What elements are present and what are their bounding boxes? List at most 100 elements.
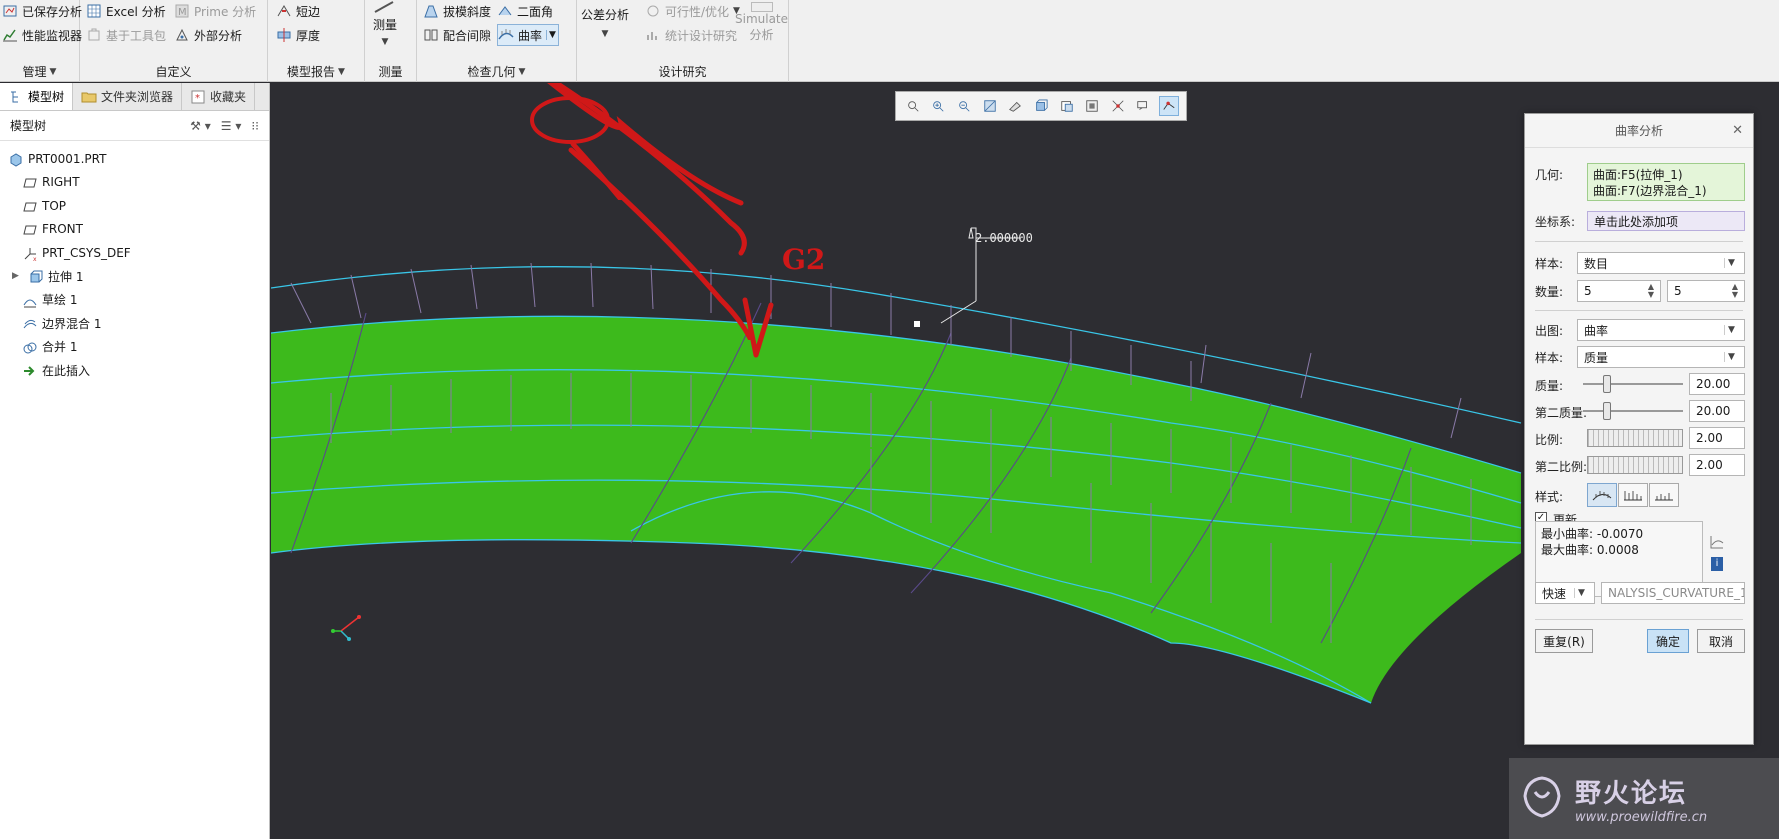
view-manager-icon[interactable] xyxy=(1082,96,1102,116)
count-v-spinner[interactable]: 5 ▲ ▼ xyxy=(1667,280,1745,302)
cancel-button[interactable]: 取消 xyxy=(1697,629,1745,653)
monitor-icon xyxy=(2,27,18,43)
quality-slider[interactable] xyxy=(1583,374,1683,394)
tab-folder-browser[interactable]: 文件夹浏览器 xyxy=(73,83,183,110)
repaint-icon[interactable] xyxy=(980,96,1000,116)
dihedral-angle-button[interactable]: 二面角 xyxy=(497,0,553,22)
spinner-icon[interactable]: ▲ ▼ xyxy=(1732,283,1738,299)
watermark-title: 野火论坛 xyxy=(1575,778,1688,809)
simulate-analysis-button[interactable]: Simulate 分析 xyxy=(735,2,788,43)
show-menu-icon[interactable]: ☰ ▾ xyxy=(221,119,242,133)
graph-icon[interactable] xyxy=(1709,534,1725,553)
spinner-icon[interactable]: ▲ ▼ xyxy=(1648,283,1654,299)
geometry-collector[interactable]: 曲面:F5(拉伸_1) 曲面:F7(边界混合_1) xyxy=(1587,163,1745,201)
comb-style-button[interactable] xyxy=(1587,483,1617,507)
prime-analysis-button[interactable]: M Prime 分析 xyxy=(174,0,256,22)
count-u-spinner[interactable]: 5 ▲ ▼ xyxy=(1577,280,1661,302)
curvature-dropdown[interactable]: ▼ xyxy=(546,30,558,40)
scale2-input[interactable]: 2.00 xyxy=(1689,454,1745,476)
columns-icon[interactable]: ⁝⁝ xyxy=(251,119,259,133)
annotation-display-icon[interactable] xyxy=(1133,96,1153,116)
analysis-name-input[interactable]: NALYSIS_CURVATURE_1 xyxy=(1601,582,1745,604)
pick-point-marker xyxy=(914,321,920,327)
perspective-icon[interactable] xyxy=(1005,96,1025,116)
folder-icon xyxy=(81,89,97,105)
tree-item[interactable]: 草绘 1 xyxy=(0,288,269,312)
external-analysis-icon xyxy=(174,27,190,43)
slider-thumb[interactable] xyxy=(1603,375,1611,393)
csys-label: 坐标系: xyxy=(1535,215,1576,229)
csys-collector[interactable]: 单击此处添加项 xyxy=(1587,211,1745,231)
quality-input[interactable]: 20.00 xyxy=(1689,373,1745,395)
chevron-down-icon: ▼ xyxy=(1724,352,1738,362)
excel-analysis-button[interactable]: Excel 分析 xyxy=(86,0,166,22)
measure-button[interactable]: 测量 ▼ xyxy=(373,0,397,47)
zoom-out-icon[interactable] xyxy=(954,96,974,116)
sample-select[interactable]: 数目 ▼ xyxy=(1577,252,1745,274)
analysis-mode-select[interactable]: 快速 ▼ xyxy=(1535,582,1595,604)
curvature-button[interactable]: 曲率 ▼ xyxy=(497,24,560,46)
performance-monitor-button[interactable]: 性能监视器 xyxy=(2,24,82,46)
repeat-button[interactable]: 重复(R) xyxy=(1535,629,1593,653)
quality2-slider[interactable] xyxy=(1583,401,1683,421)
scale-input[interactable]: 2.00 xyxy=(1689,427,1745,449)
tree-item[interactable]: TOP xyxy=(0,194,269,218)
comb-style-2-button[interactable] xyxy=(1618,483,1648,507)
short-edge-button[interactable]: 短边 xyxy=(276,0,320,22)
display-style-icon[interactable] xyxy=(1031,96,1051,116)
info-icon[interactable]: i xyxy=(1711,557,1723,571)
slider-thumb[interactable] xyxy=(1603,402,1611,420)
group-measure: 测量 ▼ 测量 xyxy=(365,0,417,82)
close-icon[interactable]: ✕ xyxy=(1732,123,1743,138)
tolerance-analysis-button[interactable]: 公差分析 ▼ xyxy=(581,6,629,39)
tree-item[interactable]: x PRT_CSYS_DEF xyxy=(0,241,269,265)
tree-item[interactable]: 合并 1 xyxy=(0,335,269,359)
svg-text:x: x xyxy=(33,256,37,262)
group-title-inspect-geometry[interactable]: 检查几何 ▼ xyxy=(417,63,576,80)
external-analysis-button[interactable]: 外部分析 xyxy=(174,24,242,46)
thickness-button[interactable]: 厚度 xyxy=(276,24,320,46)
output-select[interactable]: 曲率 ▼ xyxy=(1577,319,1745,341)
statistics-icon xyxy=(645,27,661,43)
scale2-label: 第二比例: xyxy=(1535,460,1588,474)
tree-item-label: 合并 1 xyxy=(42,340,78,355)
tab-model-tree[interactable]: 模型树 xyxy=(0,83,74,110)
tree-item[interactable]: ▶ 拉伸 1 xyxy=(0,265,269,289)
tree-item[interactable]: PRT0001.PRT xyxy=(0,147,269,171)
model-tree: PRT0001.PRT RIGHT TOP FRONT x PRT_CSYS_DEF ▶ 拉伸… xyxy=(0,141,269,382)
zoom-in-icon[interactable] xyxy=(928,96,948,116)
favorites-icon: * xyxy=(190,89,206,105)
tree-item[interactable]: RIGHT xyxy=(0,171,269,195)
comb-style-3-button[interactable] xyxy=(1649,483,1679,507)
group-title-design-study: 设计研究 xyxy=(658,65,707,79)
settings-icon[interactable]: ⚒ ▾ xyxy=(190,119,211,133)
feasibility-button[interactable]: 可行性/优化 ▼ xyxy=(645,0,740,22)
saved-views-icon[interactable] xyxy=(1057,96,1077,116)
group-title-manage[interactable]: 管理 ▼ xyxy=(0,63,79,80)
clearance-button[interactable]: 配合间隙 xyxy=(423,24,491,46)
insert-arrow-icon xyxy=(22,363,36,377)
tab-favorites[interactable]: * 收藏夹 xyxy=(182,83,256,110)
tree-item[interactable]: 在此插入 xyxy=(0,359,269,383)
saved-analysis-button[interactable]: 已保存分析 xyxy=(2,0,82,22)
group-title-model-report[interactable]: 模型报告 ▼ xyxy=(268,63,364,80)
statistical-study-button[interactable]: 统计设计研究 xyxy=(645,24,737,46)
scale2-thumbwheel[interactable] xyxy=(1587,456,1683,474)
refit-icon[interactable] xyxy=(903,96,923,116)
datum-display-icon[interactable] xyxy=(1108,96,1128,116)
chevron-down-icon: ▼ xyxy=(601,29,609,39)
tree-item[interactable]: 边界混合 1 xyxy=(0,312,269,336)
scale-thumbwheel[interactable] xyxy=(1587,429,1683,447)
tree-item[interactable]: FRONT xyxy=(0,218,269,242)
quality2-input[interactable]: 20.00 xyxy=(1689,400,1745,422)
draft-button[interactable]: 拔模斜度 xyxy=(423,0,491,22)
quality-mode-select[interactable]: 质量 ▼ xyxy=(1577,346,1745,368)
chevron-down-icon: ▼ xyxy=(49,66,57,77)
geometry-label: 几何: xyxy=(1535,168,1564,182)
expand-icon[interactable]: ▶ xyxy=(12,271,22,281)
ok-button[interactable]: 确定 xyxy=(1647,629,1689,653)
geometry-item: 曲面:F7(边界混合_1) xyxy=(1593,184,1707,198)
toolkit-analysis-button[interactable]: 基于工具包 xyxy=(86,24,166,46)
analysis-display-icon[interactable] xyxy=(1159,96,1180,116)
divider xyxy=(1535,310,1743,311)
